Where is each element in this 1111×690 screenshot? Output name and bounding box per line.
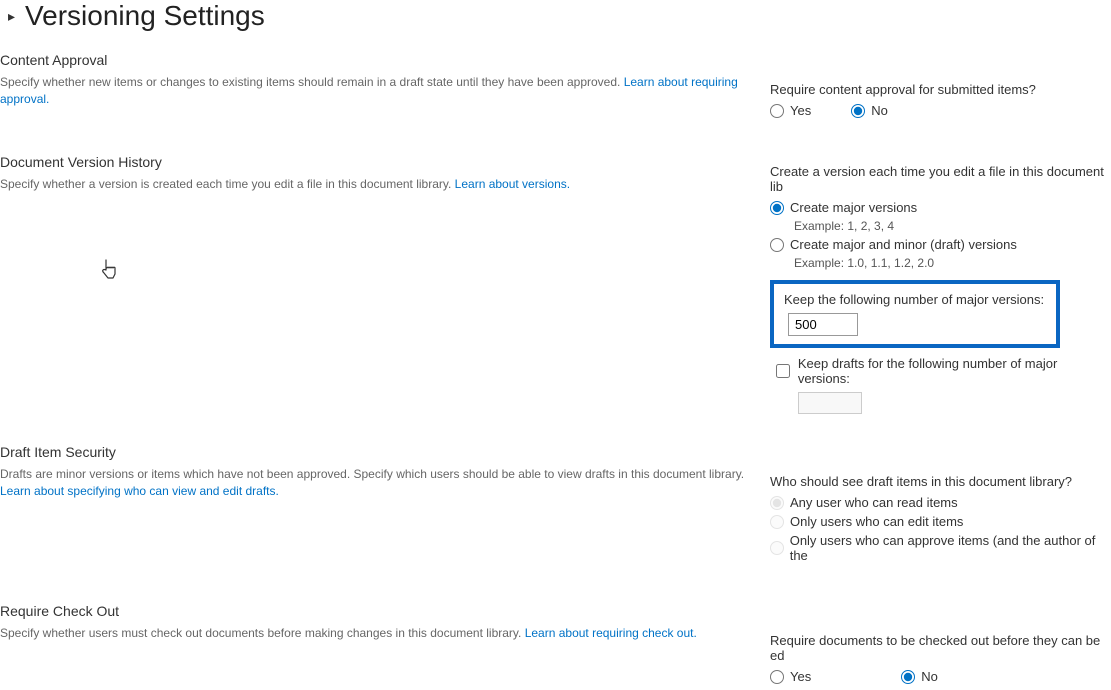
label-require-approval: Require content approval for submitted i…	[770, 82, 1110, 97]
desc-draft-security: Drafts are minor versions or items which…	[0, 466, 770, 500]
page-title-row: ▸ Versioning Settings	[0, 0, 1111, 52]
radio-checkout-no-input[interactable]	[901, 670, 915, 684]
example-minor: Example: 1.0, 1.1, 1.2, 2.0	[794, 256, 1110, 270]
radio-approval-yes-input[interactable]	[770, 104, 784, 118]
label-keep-major: Keep the following number of major versi…	[784, 292, 1046, 307]
caret-right-icon: ▸	[8, 8, 15, 25]
radio-draft-any-label: Any user who can read items	[790, 495, 958, 510]
link-checkout[interactable]: Learn about requiring check out.	[525, 626, 697, 640]
page-title: Versioning Settings	[25, 0, 265, 32]
radio-minor-versions-input[interactable]	[770, 238, 784, 252]
input-keep-drafts-disabled	[798, 392, 862, 414]
radio-major-versions-label: Create major versions	[790, 200, 917, 215]
desc-draft-security-text: Drafts are minor versions or items which…	[0, 467, 744, 481]
section-version-history: Document Version History Specify whether…	[0, 154, 1111, 414]
desc-checkout: Specify whether users must check out doc…	[0, 625, 770, 642]
heading-checkout: Require Check Out	[0, 603, 770, 619]
radio-draft-any: Any user who can read items	[770, 495, 1110, 510]
radio-approval-no[interactable]: No	[851, 103, 888, 118]
desc-content-approval-text: Specify whether new items or changes to …	[0, 75, 624, 89]
label-keep-drafts: Keep drafts for the following number of …	[798, 356, 1110, 386]
section-draft-security: Draft Item Security Drafts are minor ver…	[0, 444, 1111, 573]
link-about-versions[interactable]: Learn about versions.	[455, 177, 570, 191]
example-major: Example: 1, 2, 3, 4	[794, 219, 1110, 233]
row-keep-drafts: Keep drafts for the following number of …	[776, 356, 1110, 386]
radio-approval-yes-label: Yes	[790, 103, 811, 118]
radio-draft-approve-input	[770, 541, 784, 555]
section-content-approval: Content Approval Specify whether new ite…	[0, 52, 1111, 124]
radio-minor-versions-label: Create major and minor (draft) versions	[790, 237, 1017, 252]
link-draft-security[interactable]: Learn about specifying who can view and …	[0, 484, 279, 498]
desc-version-history: Specify whether a version is created eac…	[0, 176, 770, 193]
heading-version-history: Document Version History	[0, 154, 770, 170]
radio-draft-approve: Only users who can approve items (and th…	[770, 533, 1110, 563]
desc-version-history-text: Specify whether a version is created eac…	[0, 177, 455, 191]
radio-draft-edit-input	[770, 515, 784, 529]
heading-content-approval: Content Approval	[0, 52, 770, 68]
radio-major-versions[interactable]: Create major versions	[770, 200, 1110, 215]
radio-checkout-no-label: No	[921, 669, 938, 684]
radio-checkout-no[interactable]: No	[901, 669, 938, 684]
label-require-checkout: Require documents to be checked out befo…	[770, 633, 1110, 663]
radio-checkout-yes-input[interactable]	[770, 670, 784, 684]
radio-draft-edit: Only users who can edit items	[770, 514, 1110, 529]
input-keep-major[interactable]	[788, 313, 858, 336]
radio-checkout-yes[interactable]: Yes	[770, 669, 811, 684]
radio-approval-no-label: No	[871, 103, 888, 118]
radio-approval-yes[interactable]: Yes	[770, 103, 811, 118]
radio-minor-versions[interactable]: Create major and minor (draft) versions	[770, 237, 1110, 252]
highlight-keep-major: Keep the following number of major versi…	[770, 280, 1060, 348]
radio-draft-any-input	[770, 496, 784, 510]
label-create-version: Create a version each time you edit a fi…	[770, 164, 1110, 194]
radio-approval-no-input[interactable]	[851, 104, 865, 118]
desc-content-approval: Specify whether new items or changes to …	[0, 74, 770, 108]
radio-draft-edit-label: Only users who can edit items	[790, 514, 963, 529]
radio-draft-approve-label: Only users who can approve items (and th…	[790, 533, 1110, 563]
checkbox-keep-drafts[interactable]	[776, 364, 790, 378]
heading-draft-security: Draft Item Security	[0, 444, 770, 460]
radio-checkout-yes-label: Yes	[790, 669, 811, 684]
radio-major-versions-input[interactable]	[770, 201, 784, 215]
section-checkout: Require Check Out Specify whether users …	[0, 603, 1111, 690]
desc-checkout-text: Specify whether users must check out doc…	[0, 626, 525, 640]
label-who-see-drafts: Who should see draft items in this docum…	[770, 474, 1110, 489]
